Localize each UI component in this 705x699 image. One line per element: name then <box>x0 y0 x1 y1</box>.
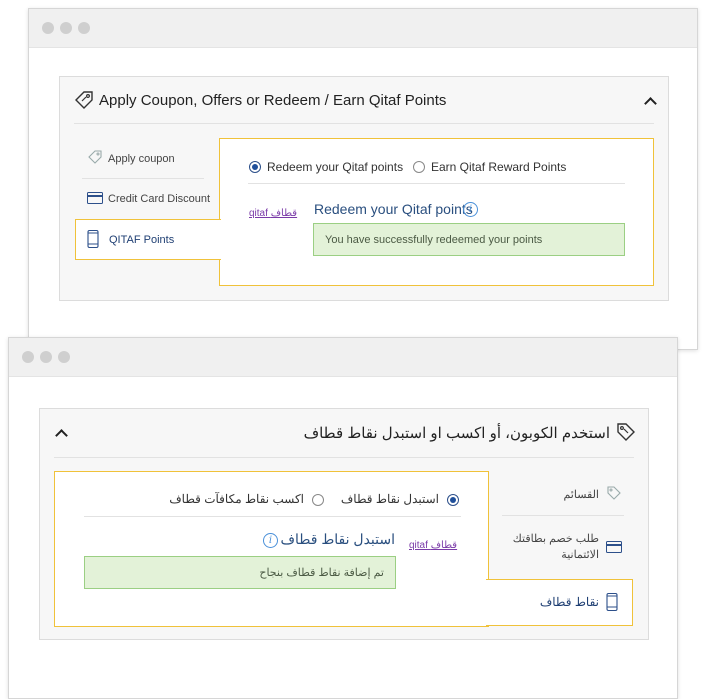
window-control-dot[interactable] <box>58 351 70 363</box>
sidebar-item-label: QITAF Points <box>109 234 175 246</box>
radio-redeem-label[interactable]: استبدل نقاط قطاف <box>341 492 439 506</box>
sidebar-item-label-line1: طلب خصم بطاقتك <box>512 533 599 545</box>
sidebar-item-label: Apply coupon <box>108 153 175 165</box>
window-control-dot[interactable] <box>78 22 90 34</box>
success-message-text: تم إضافة نقاط قطاف بنجاح <box>259 567 384 579</box>
browser-window-english: Apply Coupon, Offers or Redeem / Earn Qi… <box>28 8 698 350</box>
radio-redeem-label[interactable]: Redeem your Qitaf points <box>267 160 403 174</box>
mobile-phone-icon <box>606 592 618 612</box>
redeem-heading: استبدل نقاط قطاف <box>280 531 395 547</box>
panel-title: استخدم الكوبون، أو اكسب او استبدل نقاط ق… <box>303 425 610 442</box>
sidebar-item-label: القسائم <box>563 489 599 501</box>
window-control-dot[interactable] <box>60 22 72 34</box>
sidebar-item-qitaf-points[interactable]: QITAF Points <box>75 219 221 260</box>
divider <box>502 515 624 516</box>
mobile-phone-icon <box>87 229 99 249</box>
window-control-dot[interactable] <box>22 351 34 363</box>
redeem-heading: Redeem your Qitaf points <box>314 201 473 217</box>
qitaf-logo-link[interactable]: qitaf قطاف <box>409 540 457 551</box>
coupon-panel: Apply Coupon, Offers or Redeem / Earn Qi… <box>59 76 669 301</box>
collapse-chevron-icon[interactable] <box>55 429 68 442</box>
sidebar-item-credit-card-discount[interactable]: Credit Card Discount <box>74 183 210 213</box>
info-icon[interactable]: i <box>463 202 478 217</box>
sidebar-item-credit-card-discount[interactable]: طلب خصم بطاقتك الائتمانية <box>489 524 634 568</box>
window-control-dot[interactable] <box>40 351 52 363</box>
collapse-chevron-icon[interactable] <box>644 97 657 110</box>
success-message: You have successfully redeemed your poin… <box>313 223 625 256</box>
radio-earn-qitaf[interactable] <box>413 161 425 173</box>
divider <box>74 123 654 124</box>
window-titlebar <box>9 338 677 377</box>
credit-card-icon <box>87 192 103 204</box>
sidebar-item-label: نقاط قطاف <box>539 595 599 609</box>
window-control-dot[interactable] <box>42 22 54 34</box>
success-message: تم إضافة نقاط قطاف بنجاح <box>84 556 396 589</box>
divider <box>54 457 634 458</box>
qitaf-logo-link[interactable]: qitaf قطاف <box>249 208 297 219</box>
credit-card-icon <box>606 541 622 553</box>
sidebar-item-qitaf-points[interactable]: نقاط قطاف <box>486 579 633 626</box>
tag-icon <box>88 150 102 164</box>
browser-window-arabic: استخدم الكوبون، أو اكسب او استبدل نقاط ق… <box>8 337 678 699</box>
tag-icon <box>75 91 93 109</box>
divider <box>82 178 204 179</box>
window-titlebar <box>29 9 697 48</box>
info-icon[interactable]: i <box>263 533 278 548</box>
panel-title: Apply Coupon, Offers or Redeem / Earn Qi… <box>99 92 447 109</box>
sidebar-item-label: Credit Card Discount <box>108 193 211 205</box>
divider <box>248 183 625 184</box>
coupon-panel: استخدم الكوبون، أو اكسب او استبدل نقاط ق… <box>39 408 649 640</box>
radio-earn-label[interactable]: اكسب نقاط مكافآت قطاف <box>169 492 304 506</box>
success-message-text: You have successfully redeemed your poin… <box>325 234 543 246</box>
radio-redeem-qitaf[interactable] <box>447 494 459 506</box>
radio-earn-label[interactable]: Earn Qitaf Reward Points <box>431 160 566 174</box>
sidebar-item-label-line2: الائتمانية <box>561 549 599 561</box>
tag-icon <box>617 423 635 441</box>
sidebar-item-coupons[interactable]: القسائم <box>489 479 634 509</box>
sidebar-item-apply-coupon[interactable]: Apply coupon <box>74 143 204 173</box>
radio-earn-qitaf[interactable] <box>312 494 324 506</box>
radio-redeem-qitaf[interactable] <box>249 161 261 173</box>
tag-icon <box>607 486 621 500</box>
divider <box>84 516 461 517</box>
